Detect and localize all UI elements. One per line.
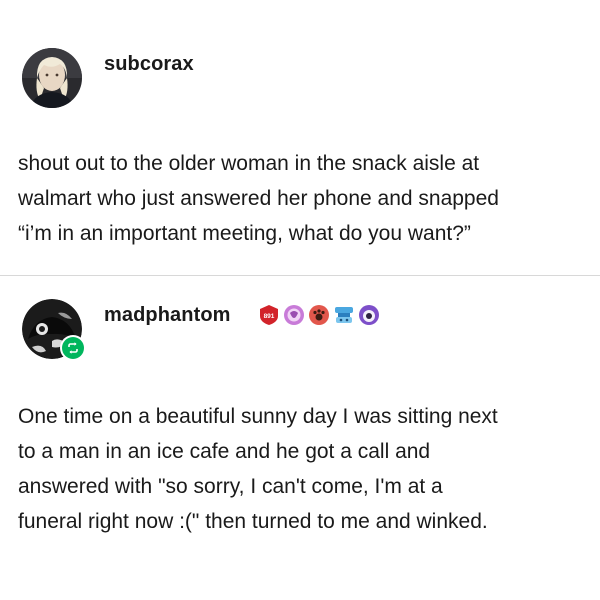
- pink-badge-icon[interactable]: [283, 304, 305, 326]
- svg-text:891: 891: [264, 313, 275, 320]
- user-badges: 891: [258, 304, 380, 326]
- purple-badge-icon[interactable]: [358, 304, 380, 326]
- post-body-line: shout out to the older woman in the snac…: [18, 152, 480, 175]
- post-body-subcorax: shout out to the older woman in the snac…: [18, 146, 588, 251]
- post-body-line: One time on a beautiful sunny day I was …: [18, 405, 498, 428]
- post-body-line: walmart who just answered her phone and …: [18, 187, 499, 210]
- paw-badge-icon[interactable]: [308, 304, 330, 326]
- blue-badge-icon[interactable]: [333, 304, 355, 326]
- username-subcorax[interactable]: subcorax: [104, 53, 194, 76]
- level-badge[interactable]: 891: [258, 304, 280, 326]
- username-madphantom[interactable]: madphantom: [104, 304, 231, 327]
- post-body-line: to a man in an ice cafe and he got a cal…: [18, 440, 431, 463]
- post-body-line: funeral right now :(" then turned to me …: [18, 510, 488, 533]
- user-portrait-icon: [22, 48, 82, 108]
- reblog-icon: [68, 342, 78, 354]
- post-body-madphantom: One time on a beautiful sunny day I was …: [18, 399, 588, 539]
- post-body-line: answered with "so sorry, I can't come, I…: [18, 475, 443, 498]
- avatar-subcorax[interactable]: [22, 48, 82, 108]
- post-body-line: “i’m in an important meeting, what do yo…: [18, 222, 471, 245]
- reblog-badge: [60, 335, 86, 361]
